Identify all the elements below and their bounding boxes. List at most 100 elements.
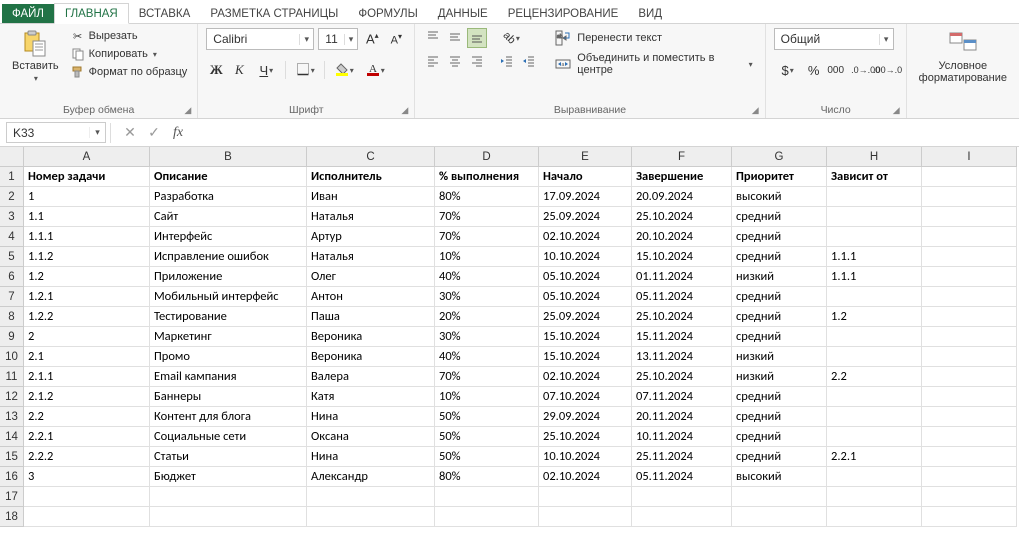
decrease-indent-button[interactable] bbox=[497, 52, 517, 72]
cell[interactable] bbox=[435, 507, 539, 527]
cell[interactable] bbox=[922, 507, 1017, 527]
cell[interactable]: средний bbox=[732, 387, 827, 407]
cell[interactable] bbox=[827, 507, 922, 527]
cell[interactable]: 20% bbox=[435, 307, 539, 327]
font-name-combo[interactable]: Calibri ▾ bbox=[206, 28, 314, 50]
cell[interactable] bbox=[922, 227, 1017, 247]
cell[interactable]: Валера bbox=[307, 367, 435, 387]
cell[interactable] bbox=[922, 187, 1017, 207]
cell[interactable]: Олег bbox=[307, 267, 435, 287]
cell[interactable]: 25.09.2024 bbox=[539, 307, 632, 327]
cell[interactable] bbox=[539, 507, 632, 527]
cell[interactable] bbox=[922, 367, 1017, 387]
cell[interactable] bbox=[922, 207, 1017, 227]
cell[interactable]: 15.11.2024 bbox=[632, 327, 732, 347]
cell[interactable] bbox=[922, 167, 1017, 187]
cell[interactable]: средний bbox=[732, 287, 827, 307]
cell[interactable] bbox=[24, 487, 150, 507]
align-top-button[interactable] bbox=[423, 28, 443, 48]
cell[interactable]: Сайт bbox=[150, 207, 307, 227]
cell[interactable]: 2.2 bbox=[24, 407, 150, 427]
cell[interactable]: Начало bbox=[539, 167, 632, 187]
select-all-corner[interactable] bbox=[0, 147, 24, 167]
cell[interactable]: 02.10.2024 bbox=[539, 227, 632, 247]
cell[interactable]: Маркетинг bbox=[150, 327, 307, 347]
column-header[interactable]: I bbox=[922, 147, 1017, 167]
cell[interactable]: 1.2.2 bbox=[24, 307, 150, 327]
cell[interactable] bbox=[24, 507, 150, 527]
cell[interactable]: 3 bbox=[24, 467, 150, 487]
row-header[interactable]: 16 bbox=[0, 467, 24, 487]
cell[interactable] bbox=[922, 407, 1017, 427]
cell[interactable]: 1.1.1 bbox=[24, 227, 150, 247]
cell[interactable]: Приоритет bbox=[732, 167, 827, 187]
cell[interactable]: 25.10.2024 bbox=[632, 367, 732, 387]
cell[interactable] bbox=[732, 507, 827, 527]
formula-input[interactable] bbox=[193, 126, 1019, 140]
cell[interactable]: 80% bbox=[435, 187, 539, 207]
paste-button[interactable]: Вставить ▾ bbox=[8, 28, 63, 85]
cell[interactable]: 02.10.2024 bbox=[539, 467, 632, 487]
row-header[interactable]: 14 bbox=[0, 427, 24, 447]
cell[interactable]: 05.11.2024 bbox=[632, 287, 732, 307]
row-header[interactable]: 7 bbox=[0, 287, 24, 307]
cell[interactable]: 50% bbox=[435, 447, 539, 467]
cell[interactable]: 10.10.2024 bbox=[539, 447, 632, 467]
column-header[interactable]: F bbox=[632, 147, 732, 167]
cell[interactable]: 05.10.2024 bbox=[539, 287, 632, 307]
cell[interactable]: Тестирование bbox=[150, 307, 307, 327]
insert-function-button[interactable]: fx bbox=[167, 123, 189, 143]
cell[interactable]: высокий bbox=[732, 187, 827, 207]
cell[interactable]: 50% bbox=[435, 407, 539, 427]
cell[interactable]: 1.2.1 bbox=[24, 287, 150, 307]
cell[interactable]: 10.11.2024 bbox=[632, 427, 732, 447]
cell[interactable]: Номер задачи bbox=[24, 167, 150, 187]
align-right-button[interactable] bbox=[467, 52, 487, 72]
cell[interactable]: Катя bbox=[307, 387, 435, 407]
cell[interactable]: низкий bbox=[732, 367, 827, 387]
row-header[interactable]: 2 bbox=[0, 187, 24, 207]
cell[interactable]: Наталья bbox=[307, 207, 435, 227]
row-header[interactable]: 13 bbox=[0, 407, 24, 427]
grow-font-button[interactable]: A▴ bbox=[362, 29, 382, 49]
cell[interactable]: 2.2.1 bbox=[24, 427, 150, 447]
dialog-launcher-icon[interactable]: ◢ bbox=[401, 105, 408, 116]
cell[interactable]: 1.1 bbox=[24, 207, 150, 227]
number-format-combo[interactable]: Общий ▾ bbox=[774, 28, 894, 50]
cell[interactable]: Описание bbox=[150, 167, 307, 187]
cell[interactable] bbox=[827, 407, 922, 427]
cell[interactable] bbox=[827, 387, 922, 407]
cell[interactable] bbox=[827, 287, 922, 307]
cell[interactable] bbox=[150, 507, 307, 527]
cell[interactable]: 70% bbox=[435, 227, 539, 247]
tab-data[interactable]: ДАННЫЕ bbox=[428, 4, 498, 23]
align-center-button[interactable] bbox=[445, 52, 465, 72]
cell[interactable]: Александр bbox=[307, 467, 435, 487]
row-header[interactable]: 4 bbox=[0, 227, 24, 247]
row-header[interactable]: 15 bbox=[0, 447, 24, 467]
column-header[interactable]: H bbox=[827, 147, 922, 167]
comma-style-button[interactable]: 000 bbox=[826, 60, 846, 80]
cell[interactable]: 2.1 bbox=[24, 347, 150, 367]
cell[interactable]: 10.10.2024 bbox=[539, 247, 632, 267]
cell[interactable]: 13.11.2024 bbox=[632, 347, 732, 367]
cell[interactable]: Статьи bbox=[150, 447, 307, 467]
cell[interactable]: 05.10.2024 bbox=[539, 267, 632, 287]
align-middle-button[interactable] bbox=[445, 28, 465, 48]
cell[interactable]: 50% bbox=[435, 427, 539, 447]
row-header[interactable]: 1 bbox=[0, 167, 24, 187]
cell[interactable]: 29.09.2024 bbox=[539, 407, 632, 427]
cell[interactable]: Баннеры bbox=[150, 387, 307, 407]
cell[interactable]: 1.1.1 bbox=[827, 247, 922, 267]
column-header[interactable]: B bbox=[150, 147, 307, 167]
row-header[interactable]: 3 bbox=[0, 207, 24, 227]
row-header[interactable]: 11 bbox=[0, 367, 24, 387]
row-header[interactable]: 5 bbox=[0, 247, 24, 267]
cell[interactable] bbox=[539, 487, 632, 507]
cell[interactable] bbox=[827, 327, 922, 347]
cell[interactable]: низкий bbox=[732, 267, 827, 287]
cell[interactable]: средний bbox=[732, 447, 827, 467]
tab-file[interactable]: ФАЙЛ bbox=[2, 4, 54, 23]
row-header[interactable]: 6 bbox=[0, 267, 24, 287]
cell[interactable]: Вероника bbox=[307, 327, 435, 347]
